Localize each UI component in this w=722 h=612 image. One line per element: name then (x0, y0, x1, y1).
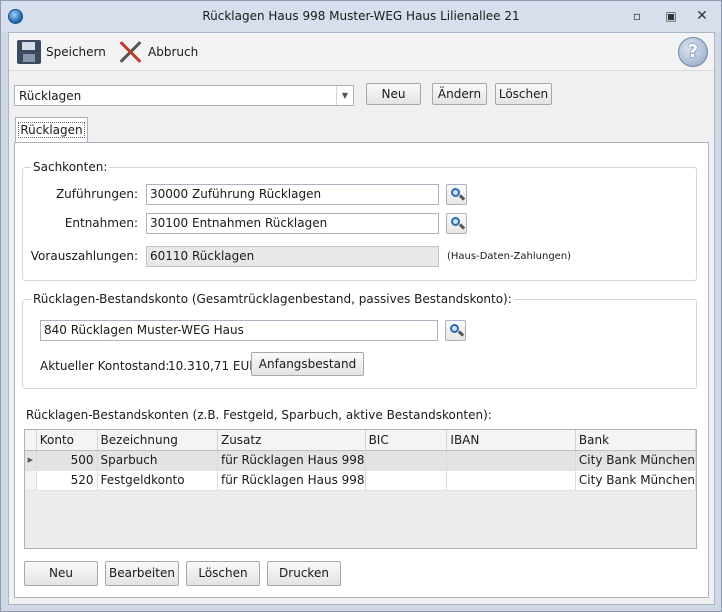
entnahmen-field[interactable]: 30100 Entnahmen Rücklagen (146, 213, 439, 234)
vorauszahlungen-note: (Haus-Daten-Zahlungen) (447, 251, 572, 262)
balance-value: 10.310,71 EUR (168, 359, 258, 373)
cancel-button[interactable]: Abbruch (117, 38, 198, 66)
new-reserve-button[interactable]: Neu (366, 83, 421, 105)
cell-bic (365, 470, 448, 491)
col-bezeichnung[interactable]: Bezeichnung (97, 430, 218, 451)
delete-reserve-button[interactable]: Löschen (495, 83, 552, 105)
cell-konto: 500 (36, 450, 98, 471)
vorauszahlungen-label: Vorauszahlungen: (30, 249, 138, 263)
zufuehrungen-search-button[interactable] (446, 184, 467, 205)
title-bar: Rücklagen Haus 998 Muster-WEG Haus Lilie… (1, 1, 721, 32)
restore-icon[interactable]: ▣ (662, 9, 680, 23)
vorauszahlungen-field: 60110 Rücklagen (146, 246, 439, 267)
toolbar: Speichern Abbruch ? (9, 33, 714, 71)
print-button[interactable]: Drucken (267, 561, 341, 586)
cell-bank: City Bank München (575, 450, 696, 471)
cancel-label: Abbruch (148, 45, 199, 59)
row-indicator (25, 470, 37, 491)
bestandskonten-title: Rücklagen-Bestandskonten (z.B. Festgeld,… (26, 408, 492, 422)
cell-bezeichnung: Sparbuch (97, 450, 218, 471)
tab-ruecklagen[interactable]: Rücklagen (15, 117, 88, 143)
zufuehrungen-label: Zuführungen: (55, 187, 138, 201)
new-account-button[interactable]: Neu (24, 561, 98, 586)
cell-iban (446, 470, 576, 491)
cell-bank: City Bank München (575, 470, 696, 491)
entnahmen-label: Entnahmen: (64, 216, 138, 230)
window-title: Rücklagen Haus 998 Muster-WEG Haus Lilie… (202, 9, 520, 23)
table-row[interactable]: ▶ 500 Sparbuch für Rücklagen Haus 998 Ci… (25, 450, 696, 471)
table-row[interactable]: 520 Festgeldkonto für Rücklagen Haus 998… (25, 470, 696, 491)
help-icon[interactable]: ? (678, 37, 708, 67)
edit-account-button[interactable]: Bearbeiten (105, 561, 179, 586)
sachkonten-title: Sachkonten: (31, 160, 110, 174)
close-icon[interactable]: ✕ (693, 9, 711, 23)
table-header-row: Konto Bezeichnung Zusatz BIC IBAN Bank (25, 430, 696, 451)
tab-label: Rücklagen (18, 122, 85, 138)
entnahmen-search-button[interactable] (446, 213, 467, 234)
save-button[interactable]: Speichern (17, 38, 106, 66)
reserve-selector[interactable]: Rücklagen ▼ (14, 85, 354, 106)
col-iban[interactable]: IBAN (446, 430, 576, 451)
cell-zusatz: für Rücklagen Haus 998 (217, 470, 366, 491)
delete-account-button[interactable]: Löschen (186, 561, 260, 586)
row-selected-icon: ▶ (25, 450, 37, 471)
cell-bic (365, 450, 448, 471)
reserve-selector-value: Rücklagen (19, 89, 82, 103)
chevron-down-icon[interactable]: ▼ (336, 86, 353, 105)
edit-reserve-button[interactable]: Ändern (432, 83, 487, 105)
balance-label: Aktueller Kontostand: (40, 359, 170, 373)
bestandskonto-title: Rücklagen-Bestandskonto (Gesamtrücklagen… (31, 292, 514, 306)
col-zusatz[interactable]: Zusatz (217, 430, 366, 451)
col-bank[interactable]: Bank (575, 430, 696, 451)
save-label: Speichern (46, 45, 106, 59)
bestandskonto-search-button[interactable] (445, 320, 466, 341)
client-area: Speichern Abbruch ? Rücklagen ▼ Neu Ände… (8, 32, 715, 605)
minimize-icon[interactable]: ▫ (628, 9, 646, 23)
accounts-table: Konto Bezeichnung Zusatz BIC IBAN Bank ▶… (24, 429, 697, 549)
cell-bezeichnung: Festgeldkonto (97, 470, 218, 491)
floppy-disk-icon (17, 40, 41, 64)
initial-balance-button[interactable]: Anfangsbestand (251, 352, 364, 376)
cancel-x-icon (117, 39, 143, 65)
col-bic[interactable]: BIC (365, 430, 448, 451)
cell-konto: 520 (36, 470, 98, 491)
col-konto[interactable]: Konto (36, 430, 98, 451)
app-window: Rücklagen Haus 998 Muster-WEG Haus Lilie… (0, 0, 722, 612)
bestandskonto-field[interactable]: 840 Rücklagen Muster-WEG Haus (40, 320, 438, 341)
zufuehrungen-field[interactable]: 30000 Zuführung Rücklagen (146, 184, 439, 205)
cell-zusatz: für Rücklagen Haus 998 (217, 450, 366, 471)
row-indicator-header (25, 430, 37, 451)
cell-iban (446, 450, 576, 471)
